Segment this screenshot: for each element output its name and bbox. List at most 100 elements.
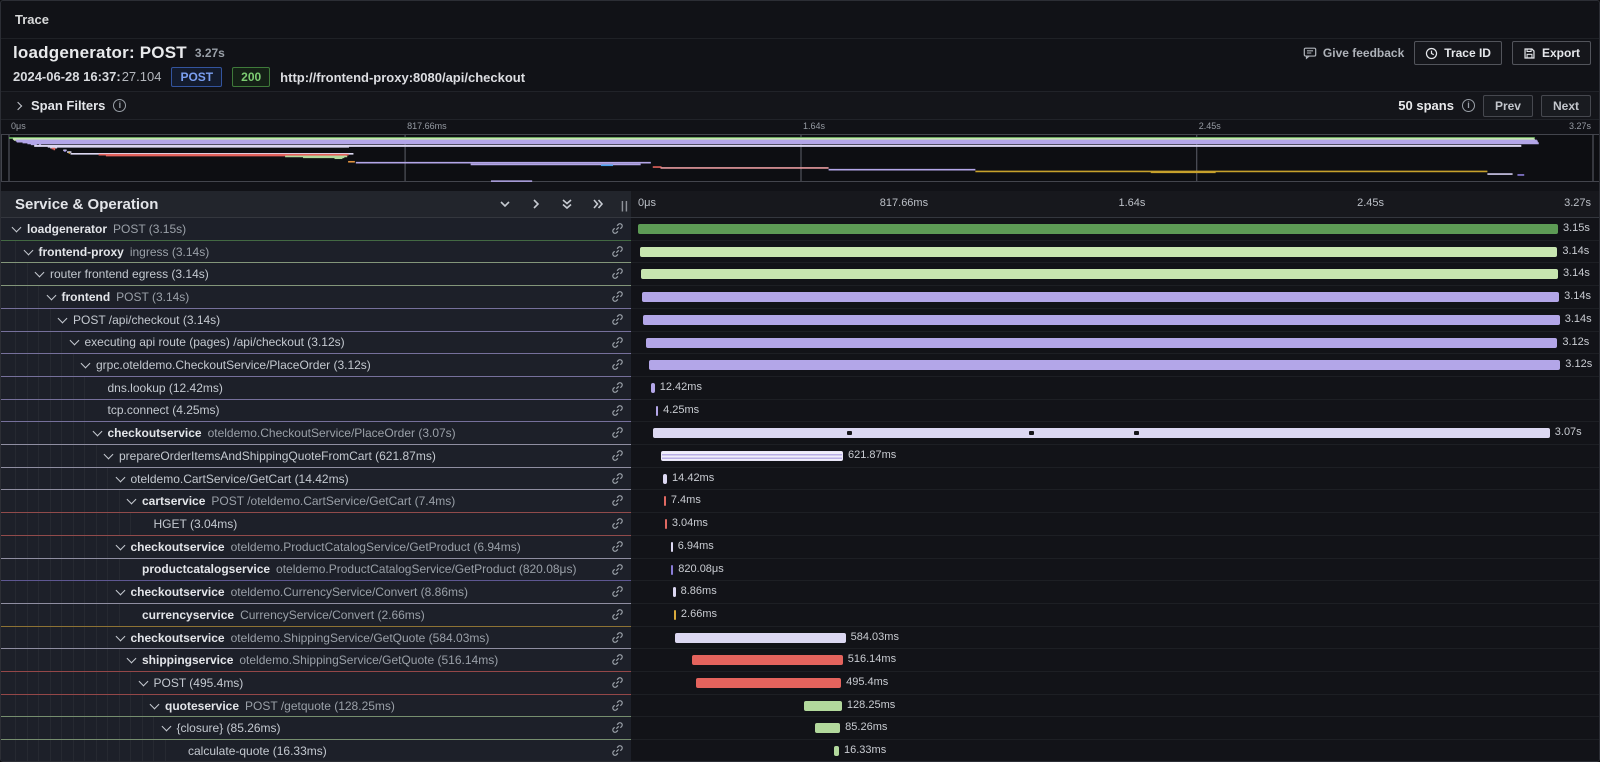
span-link-icon[interactable] [611,472,624,490]
span-duration-bar[interactable] [653,428,1550,438]
span-link-icon[interactable] [611,381,624,399]
span-name-cell[interactable]: oteldemo.CartService/GetCart (14.42ms) [1,468,631,491]
span-row[interactable]: checkoutserviceoteldemo.ProductCatalogSe… [1,536,1599,559]
span-name-cell[interactable]: grpc.oteldemo.CheckoutService/PlaceOrder… [1,354,631,377]
span-count-info-icon[interactable]: i [1462,99,1475,112]
span-duration-bar[interactable] [692,655,843,665]
span-bar-cell[interactable]: 4.25ms [631,400,1599,423]
span-bar-cell[interactable]: 3.04ms [631,513,1599,536]
span-name-cell[interactable]: loadgeneratorPOST (3.15s) [1,218,631,241]
span-bar-cell[interactable]: 8.86ms [631,581,1599,604]
span-duration-bar[interactable] [671,542,673,552]
trace-id-button[interactable]: Trace ID [1414,41,1502,65]
span-row[interactable]: HGET (3.04ms)3.04ms [1,513,1599,536]
span-bar-cell[interactable]: 16.33ms [631,740,1599,762]
span-bar-cell[interactable]: 820.08μs [631,559,1599,582]
span-link-icon[interactable] [611,631,624,649]
span-link-icon[interactable] [611,540,624,558]
span-bar-cell[interactable]: 14.42ms [631,468,1599,491]
span-duration-bar[interactable] [656,406,658,416]
span-bar-cell[interactable]: 85.26ms [631,717,1599,740]
span-bar-cell[interactable]: 3.14s [631,286,1599,309]
span-row[interactable]: checkoutserviceoteldemo.CheckoutService/… [1,422,1599,445]
span-link-icon[interactable] [611,426,624,444]
span-duration-bar[interactable] [673,587,676,597]
prev-button[interactable]: Prev [1483,95,1533,117]
expand-one-icon[interactable] [529,197,543,211]
span-name-cell[interactable]: prepareOrderItemsAndShippingQuoteFromCar… [1,445,631,468]
span-duration-bar[interactable] [638,224,1558,234]
span-bar-cell[interactable]: 584.03ms [631,627,1599,650]
span-link-icon[interactable] [611,222,624,240]
span-duration-bar[interactable] [664,496,666,506]
span-name-cell[interactable]: router frontend egress (3.14s) [1,263,631,286]
span-link-icon[interactable] [611,494,624,512]
span-link-icon[interactable] [611,245,624,263]
span-name-cell[interactable]: productcatalogserviceoteldemo.ProductCat… [1,559,631,582]
column-resize-handle[interactable]: || [621,200,629,212]
span-name-cell[interactable]: checkoutserviceoteldemo.CurrencyService/… [1,581,631,604]
span-row[interactable]: dns.lookup (12.42ms)12.42ms [1,377,1599,400]
span-link-icon[interactable] [611,290,624,308]
span-filters-info-icon[interactable]: i [113,99,126,112]
span-row[interactable]: tcp.connect (4.25ms)4.25ms [1,400,1599,423]
span-bar-cell[interactable]: 3.07s [631,422,1599,445]
span-name-cell[interactable]: HGET (3.04ms) [1,513,631,536]
span-name-cell[interactable]: cartservicePOST /oteldemo.CartService/Ge… [1,490,631,513]
span-bar-cell[interactable]: 7.4ms [631,490,1599,513]
span-bar-cell[interactable]: 3.14s [631,309,1599,332]
span-row[interactable]: POST /api/checkout (3.14s)3.14s [1,309,1599,332]
span-bar-cell[interactable]: 516.14ms [631,649,1599,672]
span-name-cell[interactable]: checkoutserviceoteldemo.ShippingService/… [1,627,631,650]
span-link-icon[interactable] [611,676,624,694]
span-row[interactable]: frontend-proxyingress (3.14s)3.14s [1,241,1599,264]
span-name-cell[interactable]: checkoutserviceoteldemo.CheckoutService/… [1,422,631,445]
span-name-cell[interactable]: POST /api/checkout (3.14s) [1,309,631,332]
span-row[interactable]: checkoutserviceoteldemo.CurrencyService/… [1,581,1599,604]
span-name-cell[interactable]: frontendPOST (3.14s) [1,286,631,309]
span-name-cell[interactable]: shippingserviceoteldemo.ShippingService/… [1,649,631,672]
span-row[interactable]: grpc.oteldemo.CheckoutService/PlaceOrder… [1,354,1599,377]
span-duration-bar[interactable] [646,338,1557,348]
span-duration-bar[interactable] [675,633,846,643]
span-name-cell[interactable]: POST (495.4ms) [1,672,631,695]
span-filters-expand-icon[interactable] [14,101,22,109]
span-duration-bar[interactable] [815,723,840,733]
span-link-icon[interactable] [611,721,624,739]
span-name-cell[interactable]: executing api route (pages) /api/checkou… [1,332,631,355]
span-bar-cell[interactable]: 3.12s [631,332,1599,355]
span-row[interactable]: {closure} (85.26ms)85.26ms [1,717,1599,740]
span-duration-bar[interactable] [804,701,841,711]
span-link-icon[interactable] [611,358,624,376]
span-duration-bar[interactable] [640,247,1557,257]
span-name-cell[interactable]: tcp.connect (4.25ms) [1,400,631,423]
span-bar-cell[interactable]: 3.15s [631,218,1599,241]
span-duration-bar[interactable] [649,360,1560,370]
span-link-icon[interactable] [611,653,624,671]
span-link-icon[interactable] [611,699,624,717]
export-button[interactable]: Export [1512,41,1591,65]
span-row[interactable]: oteldemo.CartService/GetCart (14.42ms)14… [1,468,1599,491]
span-name-cell[interactable]: dns.lookup (12.42ms) [1,377,631,400]
span-link-icon[interactable] [611,336,624,354]
span-link-icon[interactable] [611,517,624,535]
collapse-all-icon[interactable] [560,197,574,211]
trace-minimap[interactable] [1,134,1600,183]
span-duration-bar[interactable] [651,383,655,393]
span-duration-bar[interactable] [665,519,667,529]
span-row[interactable]: router frontend egress (3.14s)3.14s [1,263,1599,286]
give-feedback-button[interactable]: Give feedback [1303,46,1404,60]
span-row[interactable]: checkoutserviceoteldemo.ShippingService/… [1,627,1599,650]
span-bar-cell[interactable]: 3.12s [631,354,1599,377]
span-bar-cell[interactable]: 3.14s [631,263,1599,286]
span-name-cell[interactable]: {closure} (85.26ms) [1,717,631,740]
span-bar-cell[interactable]: 128.25ms [631,695,1599,718]
span-name-cell[interactable]: calculate-quote (16.33ms) [1,740,631,762]
span-row[interactable]: quoteservicePOST /getquote (128.25ms)128… [1,695,1599,718]
span-bar-cell[interactable]: 621.87ms [631,445,1599,468]
span-duration-bar[interactable] [696,678,841,688]
span-duration-bar[interactable] [642,292,1559,302]
span-bar-cell[interactable]: 2.66ms [631,604,1599,627]
span-row[interactable]: executing api route (pages) /api/checkou… [1,332,1599,355]
span-bar-cell[interactable]: 495.4ms [631,672,1599,695]
